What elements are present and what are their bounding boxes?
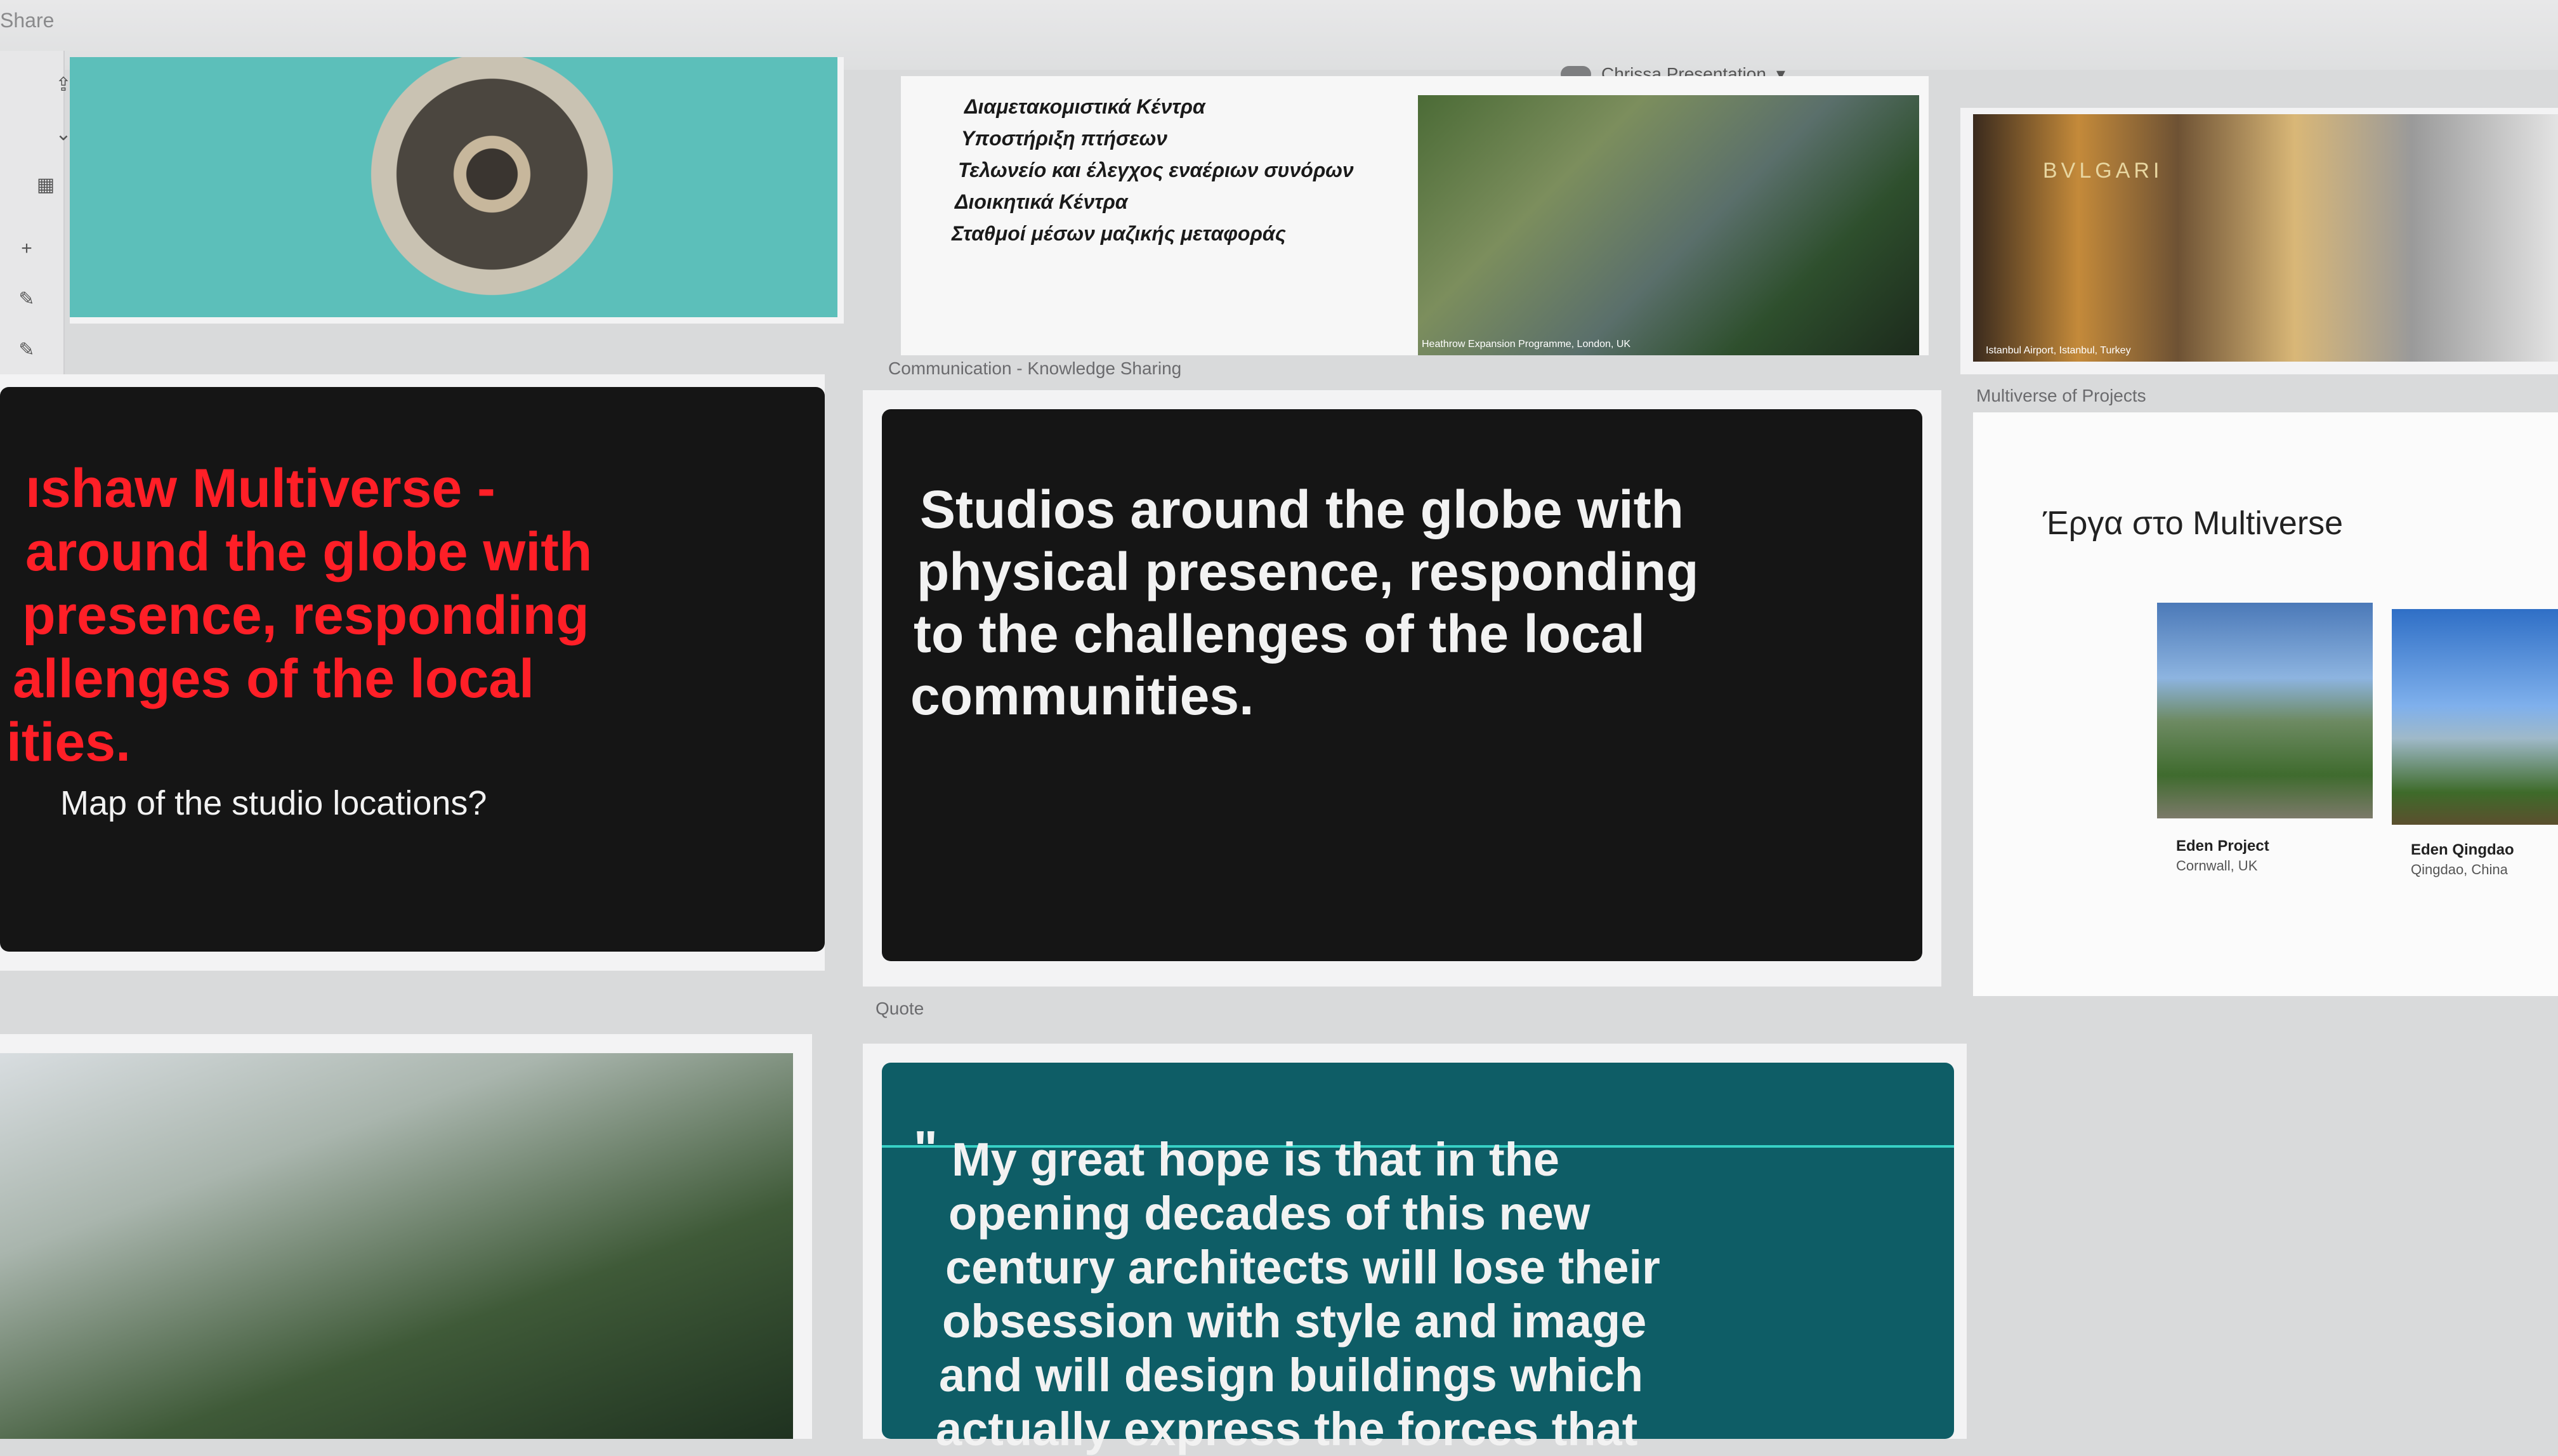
section-label: Communication - Knowledge Sharing (888, 358, 1182, 378)
slide-canvas: " My great hope is that in the opening d… (882, 1063, 1954, 1455)
list-item: Τελωνείο και έλεγχος εναέριων συνόρων (958, 159, 1354, 181)
project-name: Eden Project (2176, 837, 2269, 855)
slide-text-line: Studios around the globe with (920, 480, 1684, 539)
list-item: Διαμετακομιστικά Κέντρα (964, 95, 1205, 118)
slide-title: Έργα στο Multiverse (2043, 505, 2344, 542)
slide-thumbnail-multiverse-red[interactable]: ıshaw Multiverse - around the globe with… (0, 374, 825, 971)
quote-line: and will design buildings which (939, 1349, 1644, 1401)
pen-icon[interactable]: ✎ (13, 336, 41, 364)
image-caption: Istanbul Airport, Istanbul, Turkey (1986, 345, 2131, 356)
quote-line: century architects will lose their (945, 1241, 1660, 1294)
airport-mall-image: BVLGARI Istanbul Airport, Istanbul, Turk… (1973, 114, 2558, 362)
slide-thumbnail-projects[interactable]: Έργα στο Multiverse Eden Project Cornwal… (1973, 412, 2558, 996)
slide-thumbnail-quote[interactable]: " My great hope is that in the opening d… (863, 1044, 1967, 1455)
image-caption: Heathrow Expansion Programme, London, UK (1422, 339, 1631, 350)
slide-thumbnail-airport-shops[interactable]: BVLGARI Istanbul Airport, Istanbul, Turk… (1960, 108, 2558, 374)
project-place: Qingdao, China (2411, 862, 2508, 877)
quote-line: obsession with style and image (942, 1295, 1647, 1348)
airport-aerial-image: Heathrow Expansion Programme, London, UK (1418, 95, 1919, 355)
slide-canvas: ıshaw Multiverse - around the globe with… (0, 387, 825, 952)
slide-canvas: Studios around the globe with physical p… (882, 409, 1922, 961)
slide-text-line: to the challenges of the local (914, 604, 1645, 664)
share-label[interactable]: Share (0, 9, 54, 32)
grid-view-icon[interactable]: ▦ (32, 171, 60, 199)
slide-thumbnail-engine[interactable] (70, 57, 844, 324)
project-place: Cornwall, UK (2176, 858, 2258, 874)
slide-thumbnail-airport-list[interactable]: Διαμετακομιστικά Κέντρα Υποστήριξη πτήσε… (901, 76, 1929, 355)
rainforest-biome-image (0, 1053, 793, 1439)
section-label: Multiverse of Projects (1976, 386, 2146, 405)
pen-icon[interactable]: ✎ (13, 285, 41, 313)
jet-engine-image (70, 57, 837, 317)
slide-title-line: presence, responding (22, 585, 589, 646)
list-item: Υποστήριξη πτήσεων (961, 127, 1168, 150)
slide-thumbnail-studios[interactable]: Studios around the globe with physical p… (863, 390, 1941, 987)
store-sign: BVLGARI (2043, 159, 2163, 183)
eden-qingdao-image (2392, 609, 2558, 825)
section-label: Quote (876, 999, 924, 1018)
slide-title-line: ities. (6, 712, 131, 773)
slide-thumbnail-biome[interactable] (0, 1034, 812, 1439)
quote-line: My great hope is that in the (952, 1133, 1559, 1186)
quote-line: opening decades of this new (948, 1187, 1591, 1240)
list-item: Διοικητικά Κέντρα (955, 190, 1128, 213)
slide-title-line: allenges of the local (13, 648, 534, 709)
eden-project-image (2157, 603, 2373, 818)
add-icon[interactable]: + (13, 235, 41, 263)
list-item: Σταθμοί μέσων μαζικής μεταφοράς (952, 222, 1286, 245)
slide-text-line: communities. (910, 666, 1254, 726)
slide-title-line: ıshaw Multiverse - (25, 458, 495, 519)
slide-subtitle: Map of the studio locations? (60, 784, 487, 822)
slide-title-line: around the globe with (25, 521, 593, 582)
quote-mark: " (914, 1120, 938, 1177)
project-name: Eden Qingdao (2411, 841, 2514, 858)
slide-text-line: physical presence, responding (917, 542, 1699, 601)
quote-line: actually express the forces that (936, 1403, 1638, 1455)
